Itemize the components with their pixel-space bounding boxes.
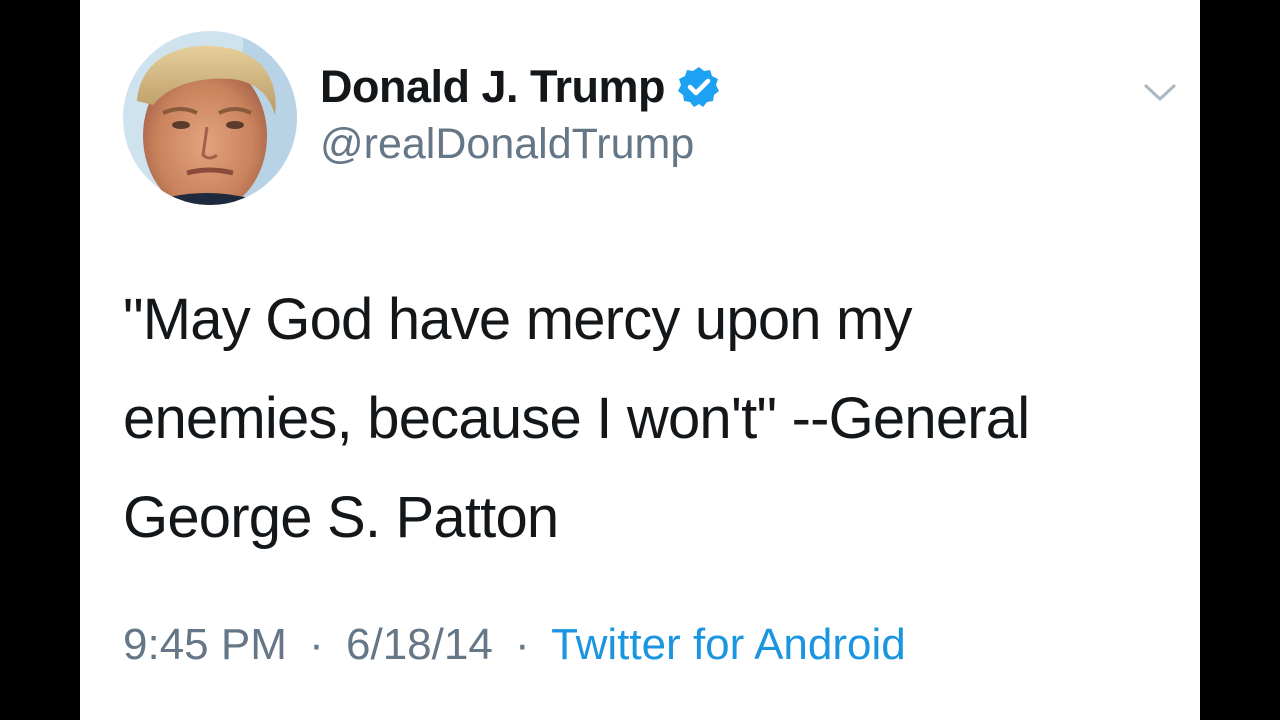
user-handle[interactable]: @realDonaldTrump <box>320 120 694 169</box>
tweet-metadata: 9:45 PM · 6/18/14 · Twitter for Android <box>123 620 906 670</box>
tweet-card: Donald J. Trump @realDonaldTrump "May Go… <box>80 0 1200 720</box>
verified-badge-icon <box>677 65 721 109</box>
tweet-text: "May God have mercy upon my enemies, bec… <box>123 270 1183 567</box>
avatar[interactable] <box>123 31 297 205</box>
tweet-source-link[interactable]: Twitter for Android <box>551 620 906 669</box>
screenshot-frame: Donald J. Trump @realDonaldTrump "May Go… <box>0 0 1280 720</box>
chevron-down-icon[interactable] <box>1140 78 1180 106</box>
author-name-row: Donald J. Trump <box>320 58 721 116</box>
tweet-text-line: George S. Patton <box>123 485 559 550</box>
tweet-text-line: enemies, because I won't" --General <box>123 386 1030 451</box>
tweet-time[interactable]: 9:45 PM <box>123 620 287 669</box>
tweet-text-line: "May God have mercy upon my <box>123 287 913 352</box>
tweet-date[interactable]: 6/18/14 <box>346 620 493 669</box>
profile-photo-icon <box>123 31 297 205</box>
display-name[interactable]: Donald J. Trump <box>320 61 666 113</box>
meta-separator: · <box>309 620 324 669</box>
meta-separator: · <box>515 620 530 669</box>
